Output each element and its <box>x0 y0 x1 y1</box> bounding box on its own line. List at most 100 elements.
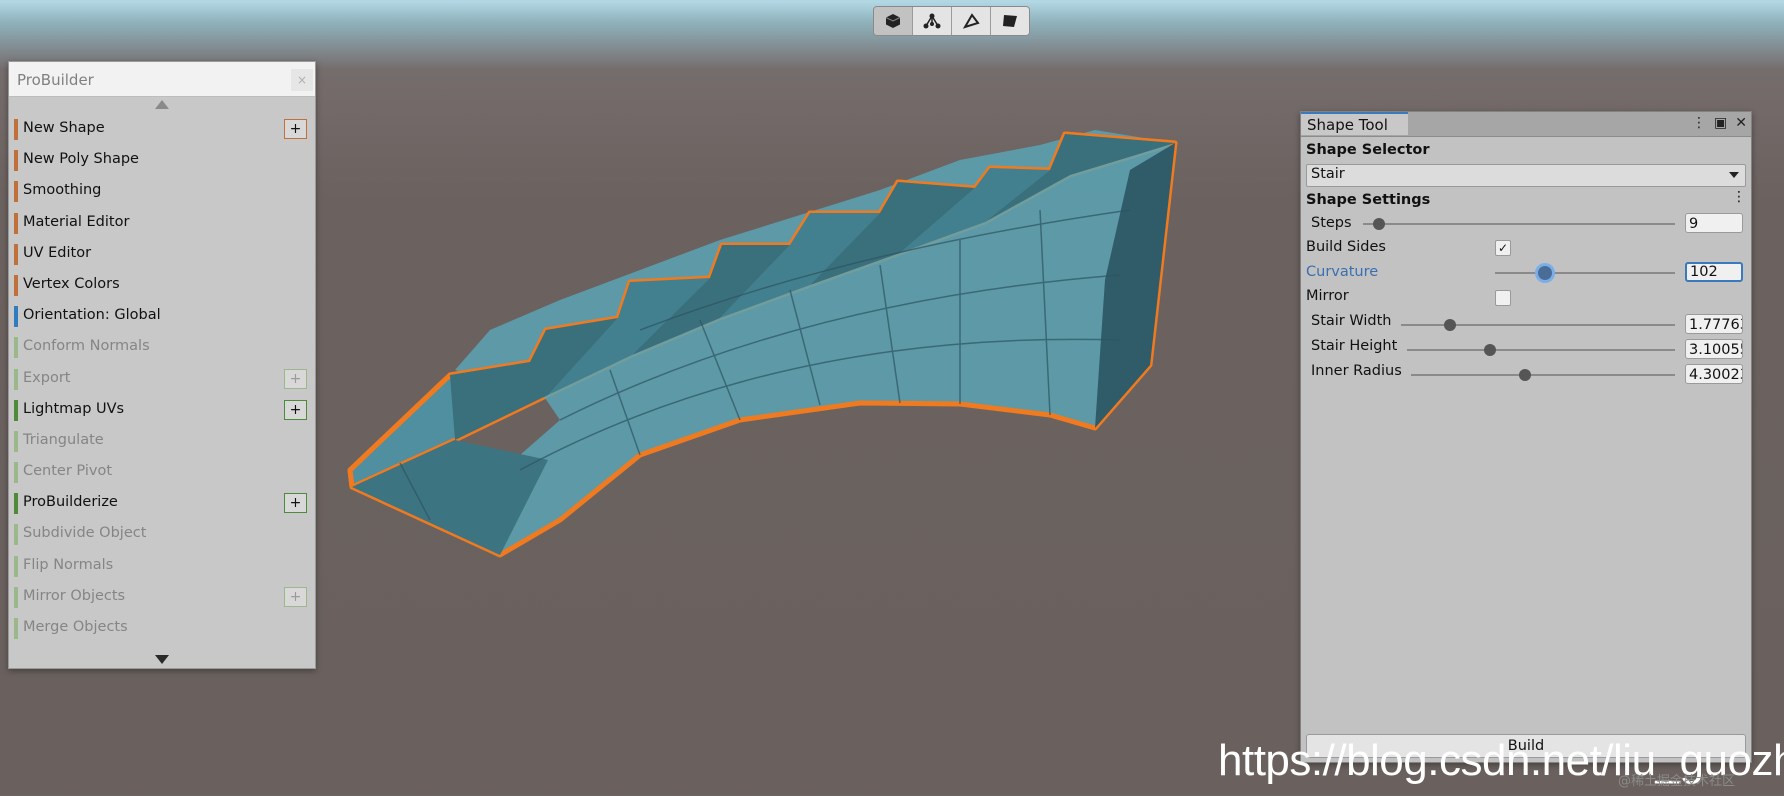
stair-height-label: Stair Height <box>1311 338 1398 354</box>
vertex-mode-button[interactable] <box>913 7 952 35</box>
stair-width-label: Stair Width <box>1311 313 1392 329</box>
shape-settings-header: Shape Settings <box>1306 192 1431 208</box>
probuilder-header: ProBuilder × <box>9 62 315 97</box>
category-color-bar <box>14 555 18 577</box>
category-color-bar <box>14 618 18 639</box>
tool-item-label: Material Editor <box>23 213 130 230</box>
scroll-down-arrow-icon[interactable] <box>155 655 169 664</box>
tool-item-merge-objects[interactable]: Merge Objects <box>9 613 315 644</box>
tool-item-label: Flip Normals <box>23 556 114 573</box>
curvature-slider-track[interactable] <box>1495 272 1675 274</box>
category-color-bar <box>14 306 18 328</box>
maximize-icon[interactable]: ▣ <box>1714 115 1727 131</box>
build-sides-label: Build Sides <box>1306 239 1386 255</box>
tool-item-export[interactable]: Export + <box>9 364 315 395</box>
stair-width-slider-handle[interactable] <box>1444 319 1457 331</box>
category-color-bar <box>14 150 18 172</box>
options-plus-button[interactable]: + <box>284 368 307 389</box>
shape-select-dropdown[interactable]: Stair <box>1306 164 1746 187</box>
close-button[interactable]: × <box>291 69 313 91</box>
close-icon[interactable]: ✕ <box>1735 115 1747 131</box>
category-color-bar <box>14 586 18 608</box>
steps-slider-handle[interactable] <box>1372 218 1385 230</box>
tool-item-label: Conform Normals <box>23 338 150 355</box>
options-plus-button[interactable]: + <box>284 399 307 420</box>
tool-item-probuilderize[interactable]: ProBuilderize + <box>9 488 315 519</box>
options-plus-button[interactable]: + <box>284 119 307 139</box>
object-mode-icon <box>885 14 901 28</box>
settings-menu-icon[interactable]: ⋮ <box>1732 190 1746 204</box>
tool-item-label: Export <box>23 369 71 386</box>
category-color-bar <box>14 119 18 140</box>
face-mode-icon <box>1003 15 1017 27</box>
steps-field[interactable]: 9 <box>1685 213 1743 233</box>
inner-radius-field[interactable]: 4.30023 <box>1685 364 1743 384</box>
stair-mesh[interactable] <box>347 130 1178 558</box>
tool-item-label: UV Editor <box>23 244 92 261</box>
face-mode-button[interactable] <box>991 7 1029 35</box>
tool-item-new-poly-shape[interactable]: New Poly Shape <box>9 145 315 176</box>
tool-item-flip-normals[interactable]: Flip Normals <box>9 551 315 582</box>
curvature-slider-handle[interactable] <box>1538 266 1553 280</box>
inner-radius-slider-handle[interactable] <box>1518 369 1531 381</box>
edge-mode-icon <box>962 13 980 29</box>
options-plus-button[interactable]: + <box>284 493 307 514</box>
more-options-icon[interactable]: ⋮ <box>1692 115 1706 131</box>
selection-mode-toolbar <box>873 6 1030 36</box>
tool-item-material-editor[interactable]: Material Editor <box>9 208 315 239</box>
category-color-bar <box>14 212 18 234</box>
inner-radius-label: Inner Radius <box>1311 363 1402 379</box>
tab-shape-tool-label: Shape Tool <box>1307 116 1388 134</box>
stair-width-field[interactable]: 1.77763 <box>1685 314 1743 334</box>
shape-select-value: Stair <box>1311 166 1345 182</box>
tool-item-label: Lightmap UVs <box>23 400 125 417</box>
curvature-field[interactable]: 102 <box>1685 262 1743 282</box>
mirror-label: Mirror <box>1306 288 1349 304</box>
stair-width-slider-track[interactable] <box>1401 324 1675 326</box>
stair-height-field[interactable]: 3.10055 <box>1685 339 1743 359</box>
tool-item-uv-editor[interactable]: UV Editor <box>9 239 315 270</box>
stair-height-slider-handle[interactable] <box>1484 344 1497 356</box>
options-plus-button[interactable]: + <box>284 586 307 607</box>
tool-item-label: Triangulate <box>23 431 104 448</box>
tool-item-new-shape[interactable]: New Shape + <box>9 114 315 145</box>
tool-item-label: New Shape <box>23 120 105 136</box>
tool-item-label: New Poly Shape <box>23 151 139 168</box>
inner-radius-slider-track[interactable] <box>1411 374 1675 376</box>
tab-shape-tool[interactable]: Shape Tool <box>1301 112 1408 135</box>
chevron-down-icon <box>1729 172 1739 178</box>
tool-item-orientation-global[interactable]: Orientation: Global <box>9 301 315 332</box>
stair-height-slider-track[interactable] <box>1407 349 1675 351</box>
tool-item-vertex-colors[interactable]: Vertex Colors <box>9 270 315 301</box>
category-color-bar <box>14 493 18 515</box>
tool-item-mirror-objects[interactable]: Mirror Objects + <box>9 582 315 613</box>
tool-item-smoothing[interactable]: Smoothing <box>9 176 315 207</box>
category-color-bar <box>14 181 18 203</box>
tool-item-conform-normals[interactable]: Conform Normals <box>9 332 315 363</box>
category-color-bar <box>14 337 18 359</box>
curvature-label: Curvature <box>1306 264 1379 280</box>
mirror-checkbox[interactable] <box>1495 290 1511 306</box>
tool-item-label: Orientation: Global <box>23 307 161 324</box>
tool-item-label: Smoothing <box>23 182 102 199</box>
vertex-mode-icon <box>923 13 941 29</box>
edge-mode-button[interactable] <box>952 7 991 35</box>
tool-item-label: Center Pivot <box>23 463 113 480</box>
tool-item-label: Merge Objects <box>23 619 128 635</box>
object-mode-button[interactable] <box>874 7 913 35</box>
close-icon: × <box>296 73 308 87</box>
tool-item-lightmap-uvs[interactable]: Lightmap UVs + <box>9 395 315 426</box>
tool-item-label: ProBuilderize <box>23 494 118 511</box>
probuilder-panel: ProBuilder × New Shape + New Poly Shape Smo… <box>8 61 316 669</box>
checkmark-icon: ✓ <box>1497 241 1509 255</box>
watermark-small: @稀土掘金技术社区 <box>1618 774 1736 789</box>
steps-slider-track[interactable] <box>1363 223 1675 225</box>
tool-item-triangulate[interactable]: Triangulate <box>9 426 315 457</box>
build-sides-checkbox[interactable]: ✓ <box>1495 240 1511 256</box>
tool-item-center-pivot[interactable]: Center Pivot <box>9 457 315 488</box>
category-color-bar <box>14 430 18 452</box>
tool-item-label: Subdivide Object <box>23 525 147 542</box>
tool-item-label: Mirror Objects <box>23 587 126 604</box>
scroll-up-arrow-icon[interactable] <box>155 100 169 109</box>
tool-item-subdivide-object[interactable]: Subdivide Object <box>9 519 315 550</box>
